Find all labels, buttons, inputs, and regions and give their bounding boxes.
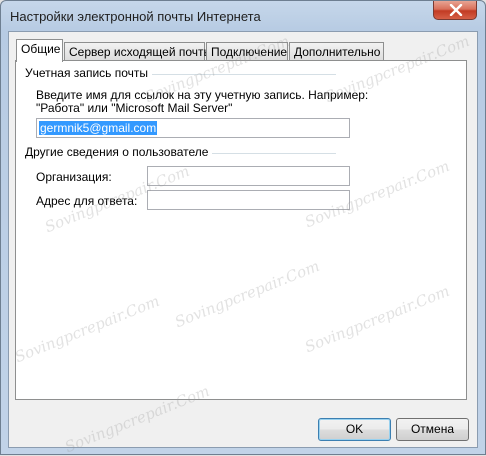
user-group-title: Другие сведения о пользователе [25, 145, 213, 159]
organization-label: Организация: [36, 170, 112, 184]
tab-outgoing-server[interactable]: Сервер исходящей почты [64, 42, 212, 61]
ok-button[interactable]: OK [318, 418, 391, 441]
account-name-value: germnik5@gmail.com [39, 121, 158, 135]
organization-field[interactable] [147, 166, 350, 186]
tab-connection[interactable]: Подключение [206, 42, 288, 61]
account-description-line2: "Работа" или "Microsoft Mail Server" [36, 101, 233, 115]
tab-general[interactable]: Общие [16, 39, 63, 62]
settings-dialog: Настройки электронной почты Интернета Об… [0, 0, 486, 455]
close-button[interactable] [433, 1, 477, 20]
cancel-button[interactable]: Отмена [396, 418, 469, 441]
account-name-field[interactable]: germnik5@gmail.com [36, 118, 350, 138]
tab-advanced[interactable]: Дополнительно [289, 42, 384, 61]
title-bar: Настройки электронной почты Интернета [1, 1, 485, 31]
reply-address-label: Адрес для ответа: [36, 194, 138, 208]
dialog-client-area: Общие Сервер исходящей почты Подключение… [8, 31, 478, 448]
window-title: Настройки электронной почты Интернета [10, 9, 261, 24]
account-group-title: Учетная запись почты [25, 66, 153, 80]
general-tab-panel: Учетная запись почты Введите имя для ссы… [15, 60, 467, 400]
close-icon [449, 4, 463, 16]
account-description-line1: Введите имя для ссылок на эту учетную за… [36, 88, 369, 102]
reply-address-field[interactable] [147, 190, 350, 210]
